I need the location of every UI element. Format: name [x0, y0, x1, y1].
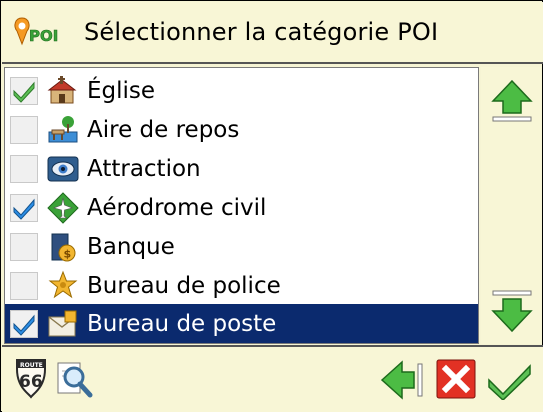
bank-icon: $	[51, 233, 76, 261]
item-checkbox[interactable]	[10, 309, 38, 338]
item-checkbox[interactable]	[10, 76, 38, 105]
poi-logo-text: POI	[29, 27, 58, 45]
search-icon[interactable]	[54, 357, 94, 401]
route-sign-number: 66	[19, 372, 43, 392]
item-checkbox[interactable]	[10, 232, 38, 261]
item-checkbox[interactable]	[10, 193, 38, 222]
scroll-column	[481, 67, 541, 344]
checkmark-icon	[13, 81, 35, 103]
checkmark-icon	[13, 198, 35, 220]
list-item-bureau-de-police[interactable]: Bureau de police	[5, 266, 478, 305]
item-label: Aérodrome civil	[87, 194, 267, 221]
checkmark-icon	[13, 314, 35, 336]
dialog-header: POI Sélectionner la catégorie POI	[2, 2, 543, 64]
confirm-button[interactable]	[486, 360, 532, 400]
item-checkbox[interactable]	[10, 271, 38, 300]
category-list[interactable]: Église Aire de repos Attraction Aérodrom…	[4, 67, 479, 344]
scroll-down-button[interactable]	[491, 289, 533, 333]
item-label: Attraction	[87, 155, 201, 182]
route-sign-label: ROUTE	[20, 362, 43, 369]
poi-category-dialog: POI Sélectionner la catégorie POI Église	[0, 0, 543, 412]
list-item-aerodrome-civil[interactable]: Aérodrome civil	[5, 188, 478, 227]
poi-logo-icon: POI	[14, 17, 59, 46]
list-item-banque[interactable]: $ Banque	[5, 227, 478, 266]
bottom-toolbar: ROUTE 66	[2, 345, 543, 412]
item-label: Bureau de police	[87, 272, 281, 299]
post-office-icon	[48, 310, 77, 336]
airfield-icon	[47, 191, 79, 224]
dialog-title: Sélectionner la catégorie POI	[84, 18, 439, 46]
rest-area-icon	[48, 115, 78, 142]
back-arrow-icon[interactable]	[380, 360, 426, 400]
list-item-attraction[interactable]: Attraction	[5, 149, 478, 188]
church-icon	[47, 75, 77, 103]
item-label: Église	[87, 77, 156, 104]
list-item-eglise[interactable]: Église	[5, 71, 478, 110]
cancel-button[interactable]	[436, 359, 476, 399]
police-icon	[48, 270, 78, 298]
item-label: Bureau de poste	[87, 310, 277, 337]
attraction-icon	[47, 156, 79, 181]
scroll-up-button[interactable]	[491, 79, 533, 123]
item-checkbox[interactable]	[10, 154, 38, 183]
list-item-bureau-de-poste[interactable]: Bureau de poste	[5, 304, 478, 343]
list-item-aire-de-repos[interactable]: Aire de repos	[5, 110, 478, 149]
route66-icon[interactable]: ROUTE 66	[14, 357, 48, 399]
svg-text:$: $	[64, 247, 72, 260]
item-label: Aire de repos	[87, 116, 240, 143]
item-label: Banque	[87, 233, 175, 260]
item-checkbox[interactable]	[10, 115, 38, 144]
